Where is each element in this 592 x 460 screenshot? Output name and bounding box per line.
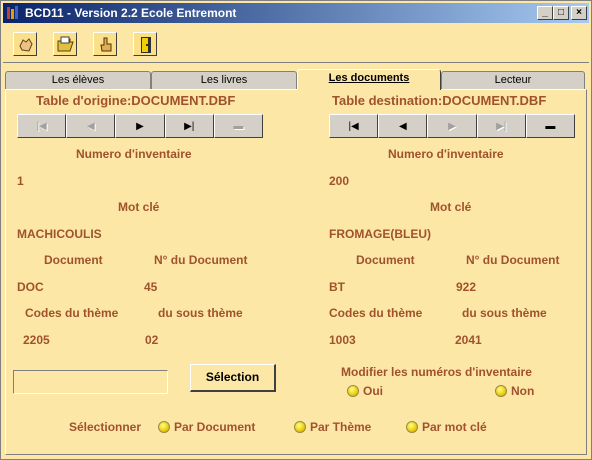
origin-motcle-value: MACHICOULIS [17,227,102,241]
radio-par-document-label: Par Document [174,420,256,434]
tab-livres[interactable]: Les livres [151,71,297,89]
destination-soustheme-label: du sous thème [462,306,547,320]
toolbar [3,25,589,63]
radio-oui[interactable]: Oui [347,384,383,398]
origin-soustheme-value: 02 [145,333,159,347]
destination-theme-label: Codes du thème [329,306,423,320]
close-button[interactable]: × [571,6,587,20]
radio-par-mot-cle-label: Par mot clé [422,420,487,434]
selectionner-label: Sélectionner [69,420,142,434]
hand-pointer-icon[interactable] [93,32,117,56]
window-title: BCD11 - Version 2.2 Ecole Entremont [25,6,237,20]
exit-door-icon[interactable] [133,32,157,56]
radio-par-theme-label: Par Thème [310,420,372,434]
destination-prev-button[interactable]: ◀ [378,114,428,138]
app-icon [7,6,18,19]
destination-next-button[interactable]: ▶ [427,114,477,138]
origin-soustheme-label: du sous thème [158,306,243,320]
destination-delete-button[interactable]: ▬ [525,114,576,138]
radio-dot-icon [495,385,507,397]
origin-nav-bar: |◀ ◀ ▶ ▶| ▬ [17,114,264,138]
title-bar[interactable]: BCD11 - Version 2.2 Ecole Entremont _ □ … [3,3,589,23]
destination-first-button[interactable]: |◀ [329,114,379,138]
destination-numero-value: 200 [329,174,350,188]
selection-input[interactable] [13,370,168,394]
destination-document-value: BT [329,280,345,294]
origin-next-button[interactable]: ▶ [115,114,165,138]
radio-dot-icon [158,421,170,433]
destination-motcle-label: Mot clé [430,200,472,214]
origin-table-label: Table d'origine:DOCUMENT.DBF [36,93,236,108]
radio-dot-icon [347,385,359,397]
radio-par-document[interactable]: Par Document [158,420,255,434]
destination-theme-value: 1003 [329,333,356,347]
destination-document-label: Document [356,253,415,267]
origin-theme-label: Codes du thème [25,306,119,320]
tab-strip: Les élèves Les livres Les documents Lect… [5,69,587,90]
documents-panel: Table d'origine:DOCUMENT.DBF |◀ ◀ ▶ ▶| ▬… [5,89,587,455]
destination-soustheme-value: 2041 [455,333,482,347]
origin-theme-value: 2205 [23,333,50,347]
minimize-button[interactable]: _ [537,6,553,20]
destination-motcle-value: FROMAGE(BLEU) [329,227,431,241]
radio-non-label: Non [511,384,535,398]
tab-lecteur[interactable]: Lecteur [441,71,585,89]
main-window: BCD11 - Version 2.2 Ecole Entremont _ □ … [0,0,592,460]
open-folder-icon[interactable] [53,32,77,56]
radio-par-mot-cle[interactable]: Par mot clé [406,420,487,434]
origin-document-label: Document [44,253,103,267]
destination-ndoc-value: 922 [456,280,477,294]
radio-par-theme[interactable]: Par Thème [294,420,371,434]
radio-oui-label: Oui [363,384,383,398]
origin-document-value: DOC [17,280,44,294]
hand-icon[interactable] [13,32,37,56]
origin-ndoc-label: N° du Document [154,253,248,267]
destination-nav-bar: |◀ ◀ ▶ ▶| ▬ [329,114,576,138]
tab-eleves[interactable]: Les élèves [5,71,151,89]
origin-first-button[interactable]: |◀ [17,114,67,138]
destination-table-label: Table destination:DOCUMENT.DBF [332,93,547,108]
origin-motcle-label: Mot clé [118,200,160,214]
origin-delete-button[interactable]: ▬ [213,114,264,138]
radio-dot-icon [406,421,418,433]
origin-ndoc-value: 45 [144,280,158,294]
origin-numero-label: Numero d'inventaire [76,147,192,161]
destination-numero-label: Numero d'inventaire [388,147,504,161]
origin-prev-button[interactable]: ◀ [66,114,116,138]
tab-documents[interactable]: Les documents [297,69,441,90]
radio-non[interactable]: Non [495,384,534,398]
destination-last-button[interactable]: ▶| [476,114,526,138]
modifier-label: Modifier les numéros d'inventaire [341,365,532,379]
origin-numero-value: 1 [17,174,24,188]
maximize-button[interactable]: □ [553,6,569,20]
origin-last-button[interactable]: ▶| [164,114,214,138]
destination-ndoc-label: N° du Document [466,253,560,267]
radio-dot-icon [294,421,306,433]
selection-button[interactable]: Sélection [190,364,276,392]
